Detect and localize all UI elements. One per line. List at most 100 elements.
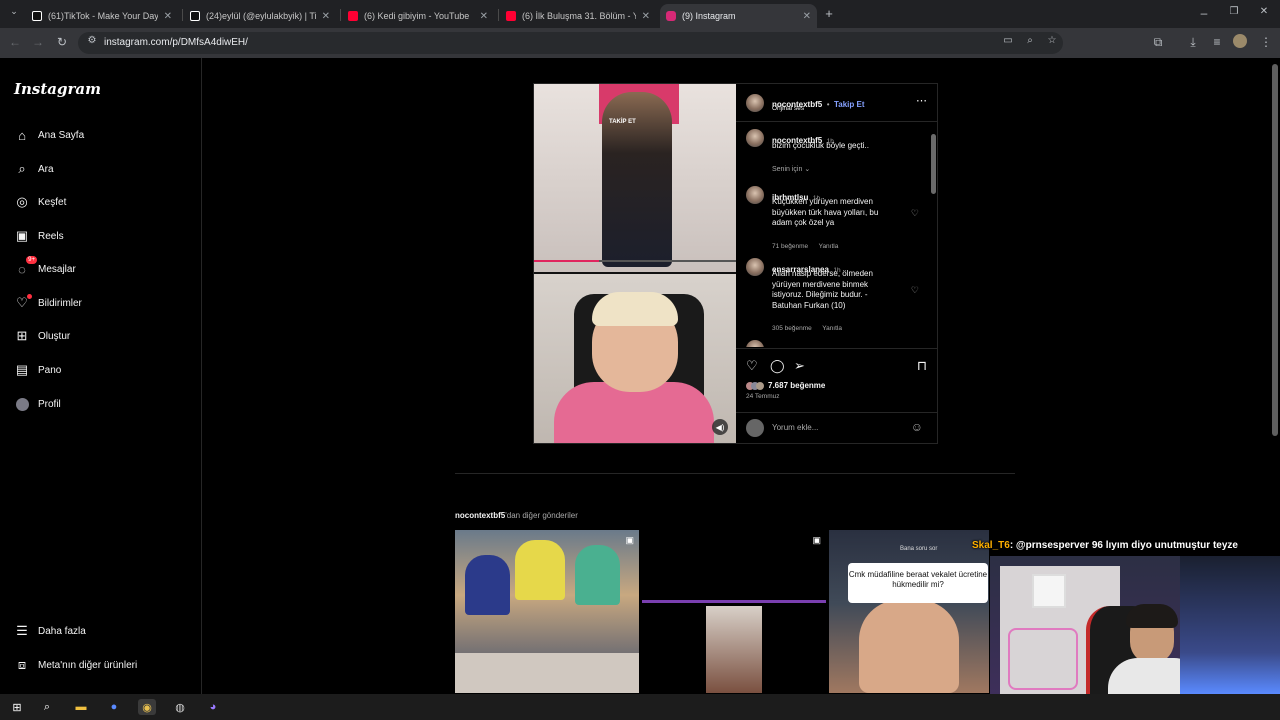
file-explorer-icon[interactable]: ▬ <box>72 699 90 715</box>
app-icon[interactable]: ◕ <box>204 699 222 715</box>
emoji-icon[interactable]: ☺ <box>911 420 923 434</box>
more-posts-title: nocontextbf5'dan diğer gönderiler <box>455 511 578 520</box>
minimize-icon[interactable]: – <box>1196 6 1212 20</box>
instagram-icon <box>666 11 676 21</box>
close-tab-icon[interactable]: ✕ <box>480 11 488 22</box>
nav-dashboard[interactable]: ▤ Pano <box>14 360 62 380</box>
comment-like-icon[interactable]: ♡ <box>911 208 919 219</box>
basket <box>1008 628 1078 690</box>
follow-button[interactable]: Takip Et <box>834 100 865 109</box>
close-tab-icon[interactable]: ✕ <box>322 11 330 22</box>
download-icon[interactable]: ⤓ <box>1185 35 1201 50</box>
more-post-thumbnail[interactable] <box>829 530 989 693</box>
streamer-hair <box>1126 604 1178 628</box>
page-scrollbar[interactable] <box>1272 64 1278 436</box>
site-info-icon[interactable]: ⚙ <box>84 35 100 46</box>
forward-icon[interactable]: → <box>30 35 46 49</box>
cast-icon[interactable]: ▭ <box>1000 35 1016 46</box>
nav-profile[interactable]: Profil <box>14 394 61 414</box>
comment-icon[interactable]: ◯ <box>770 358 785 374</box>
streamer-webcam <box>990 556 1280 694</box>
comment-likes[interactable]: 71 beğenme <box>772 243 808 250</box>
search-icon[interactable]: ⌕ <box>38 699 56 715</box>
commenter-avatar[interactable] <box>746 258 764 276</box>
instagram-logo[interactable]: Instagram <box>14 80 101 98</box>
comment-username[interactable]: babaterzi <box>772 346 807 347</box>
chevron-down-icon: ⌄ <box>804 166 811 173</box>
save-bookmark-icon[interactable]: ⊓ <box>917 358 927 374</box>
nav-meta-products[interactable]: ⧈ Meta'nın diğer ürünleri <box>14 655 137 675</box>
comment-like-icon[interactable]: ♡ <box>911 285 919 296</box>
tab-youtube-kedi[interactable]: (6) Kedi gibiyim - YouTube ✕ <box>342 4 494 28</box>
stream-chat-message: Skal_T6: @prnsesperver 96 lıyım diyo unu… <box>972 540 1238 551</box>
commenter-avatar[interactable] <box>746 186 764 204</box>
audio-label[interactable]: Orijinal ses <box>772 105 804 112</box>
bookmark-star-icon[interactable]: ☆ <box>1044 35 1060 46</box>
reply-button[interactable]: Yanıtla <box>819 243 839 250</box>
tab-instagram[interactable]: (9) Instagram ✕ <box>660 4 817 28</box>
new-tab-button[interactable]: + <box>821 6 837 21</box>
hamburger-menu-icon: ☰ <box>16 623 28 638</box>
reply-button[interactable]: Yanıtla <box>822 325 842 332</box>
zoom-icon[interactable]: ⌕ <box>1022 35 1038 46</box>
meta-apps-icon: ⧈ <box>17 657 27 672</box>
reels-icon: ▣ <box>812 535 821 545</box>
comment-input[interactable]: Yorum ekle... <box>772 423 818 432</box>
menu-dots-icon[interactable]: ⋮ <box>1258 35 1274 49</box>
youtube-icon <box>348 11 358 21</box>
author-avatar[interactable] <box>746 129 764 147</box>
reading-list-icon[interactable]: ≡ <box>1209 35 1225 49</box>
close-tab-icon[interactable]: ✕ <box>642 11 650 22</box>
like-count[interactable]: 7.687 beğenme <box>768 381 825 390</box>
author-avatar[interactable] <box>746 94 764 112</box>
mute-icon[interactable]: ◀) <box>712 419 728 435</box>
obs-icon[interactable]: ◍ <box>171 699 189 715</box>
post-side-panel: nocontextbf5 • Takip Et Orijinal ses ⋯ n… <box>736 84 937 443</box>
post-video[interactable]: TAKİP ET ◀) <box>534 84 736 443</box>
browser-toolbar: ← → ↻ ⚙ instagram.com/p/DMfsA4diwEH/ ▭ ⌕… <box>0 28 1280 58</box>
tab-search-icon[interactable]: ⌄ <box>6 6 22 17</box>
comment-likes[interactable]: 305 beğenme <box>772 325 812 332</box>
more-post-thumbnail[interactable]: ▣ <box>455 530 639 693</box>
nav-explore[interactable]: ◎ Keşfet <box>14 192 66 212</box>
maximize-icon[interactable]: ❐ <box>1226 6 1242 17</box>
close-tab-icon[interactable]: ✕ <box>803 11 811 22</box>
more-post-thumbnail[interactable]: ▣ <box>642 530 826 693</box>
video-progress-bar[interactable] <box>534 260 736 262</box>
extensions-icon[interactable]: ⧉ <box>1150 35 1166 50</box>
reload-icon[interactable]: ↻ <box>54 35 70 49</box>
plus-square-icon: ⊞ <box>16 328 28 343</box>
tab-tiktok[interactable]: (61)TikTok - Make Your Day ✕ <box>26 4 178 28</box>
comment-text: Allah nasip ederse, ölmeden yürüyen merd… <box>772 269 873 310</box>
close-tab-icon[interactable]: ✕ <box>164 11 172 22</box>
nav-home[interactable]: ⌂ Ana Sayfa <box>14 125 84 145</box>
more-options-icon[interactable]: ⋯ <box>916 94 927 107</box>
video-bottom-frame <box>534 274 736 443</box>
share-icon[interactable]: ➢ <box>794 358 805 374</box>
nav-messages[interactable]: ◌ 9+ Mesajlar <box>14 256 76 279</box>
nav-search[interactable]: ⌕ Ara <box>14 159 53 179</box>
messages-badge: 9+ <box>26 256 37 264</box>
post-header: nocontextbf5 • Takip Et Orijinal ses ⋯ <box>736 84 937 122</box>
comments-scrollbar[interactable] <box>931 134 936 194</box>
close-window-icon[interactable]: ✕ <box>1256 6 1272 17</box>
nav-reels[interactable]: ▣ Reels <box>14 226 64 246</box>
post-date: 24 Temmuz <box>746 393 780 400</box>
for-you-dropdown[interactable]: Senin için ⌄ <box>772 165 810 173</box>
profile-avatar-icon[interactable] <box>1233 34 1247 48</box>
app-icon[interactable]: ● <box>105 699 123 715</box>
nav-more[interactable]: ☰ Daha fazla <box>14 621 86 641</box>
commenter-avatar[interactable] <box>746 340 764 347</box>
question-sticker-label: Bana soru sor <box>900 546 938 552</box>
address-bar[interactable]: ⚙ instagram.com/p/DMfsA4diwEH/ ▭ ⌕ ☆ <box>78 32 1063 54</box>
nav-create[interactable]: ⊞ Oluştur <box>14 326 71 346</box>
user-avatar <box>746 419 764 437</box>
back-icon[interactable]: ← <box>7 35 23 49</box>
nav-notifications[interactable]: ♡ Bildirimler <box>14 293 82 313</box>
tab-tiktok-profile[interactable]: (24)eylül (@eylulakbyik) | TikTok ✕ <box>184 4 336 28</box>
chrome-icon[interactable]: ◉ <box>138 699 156 715</box>
windows-start-icon[interactable]: ⊞ <box>8 699 26 715</box>
like-icon[interactable]: ♡ <box>746 358 758 374</box>
tab-youtube-bolum[interactable]: (6) İlk Buluşma 31. Bölüm - YouTube ✕ <box>500 4 656 28</box>
messenger-icon: ◌ 9+ <box>18 256 37 277</box>
